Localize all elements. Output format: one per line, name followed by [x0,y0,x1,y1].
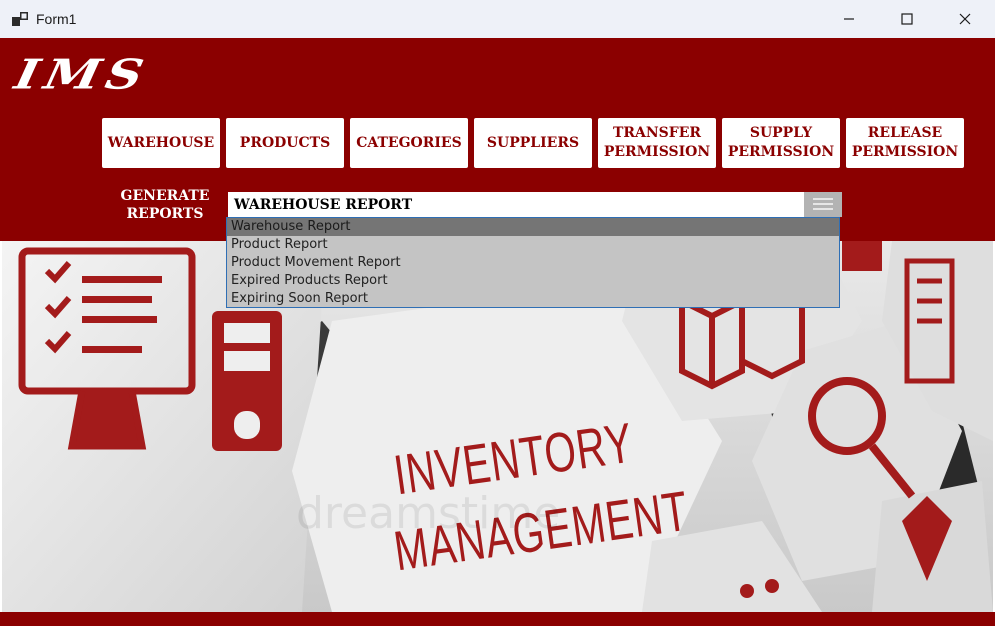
report-option[interactable]: Expiring Soon Report [227,290,839,308]
warehouse-button[interactable]: WAREHOUSE [102,118,220,168]
suppliers-button[interactable]: SUPPLIERS [474,118,592,168]
categories-button[interactable]: CATEGORIES [350,118,468,168]
release-permission-button[interactable]: RELEASE PERMISSION [846,118,964,168]
footer-bar [0,612,995,626]
computer-tower-icon [212,311,282,451]
header-panel: IMS WAREHOUSE PRODUCTS CATEGORIES SUPPLI… [0,38,995,241]
close-icon [959,13,971,25]
report-option[interactable]: Product Report [227,236,839,254]
minimize-button[interactable] [820,0,878,38]
maximize-button[interactable] [878,0,936,38]
report-option[interactable]: Product Movement Report [227,254,839,272]
report-option[interactable]: Warehouse Report [227,218,839,236]
report-option[interactable]: Expired Products Report [227,272,839,290]
app-logo: IMS [10,49,154,99]
window-title: Form1 [36,11,77,27]
maximize-icon [901,13,913,25]
generate-reports-label: GENERATE REPORTS [120,188,210,222]
report-combobox[interactable]: Warehouse Report [228,192,842,217]
dropdown-arrow-icon[interactable] [804,192,842,217]
supply-permission-button[interactable]: SUPPLY PERMISSION [722,118,840,168]
transfer-permission-button[interactable]: TRANSFER PERMISSION [598,118,716,168]
title-bar: Form1 [0,0,995,38]
minimize-icon [844,18,854,20]
hero-watermark: dreamstime [296,488,561,539]
report-combobox-value: Warehouse Report [234,197,413,213]
close-button[interactable] [936,0,994,38]
app-icon [12,12,28,26]
products-button[interactable]: PRODUCTS [226,118,344,168]
report-dropdown-list[interactable]: Warehouse Report Product Report Product … [226,217,840,308]
